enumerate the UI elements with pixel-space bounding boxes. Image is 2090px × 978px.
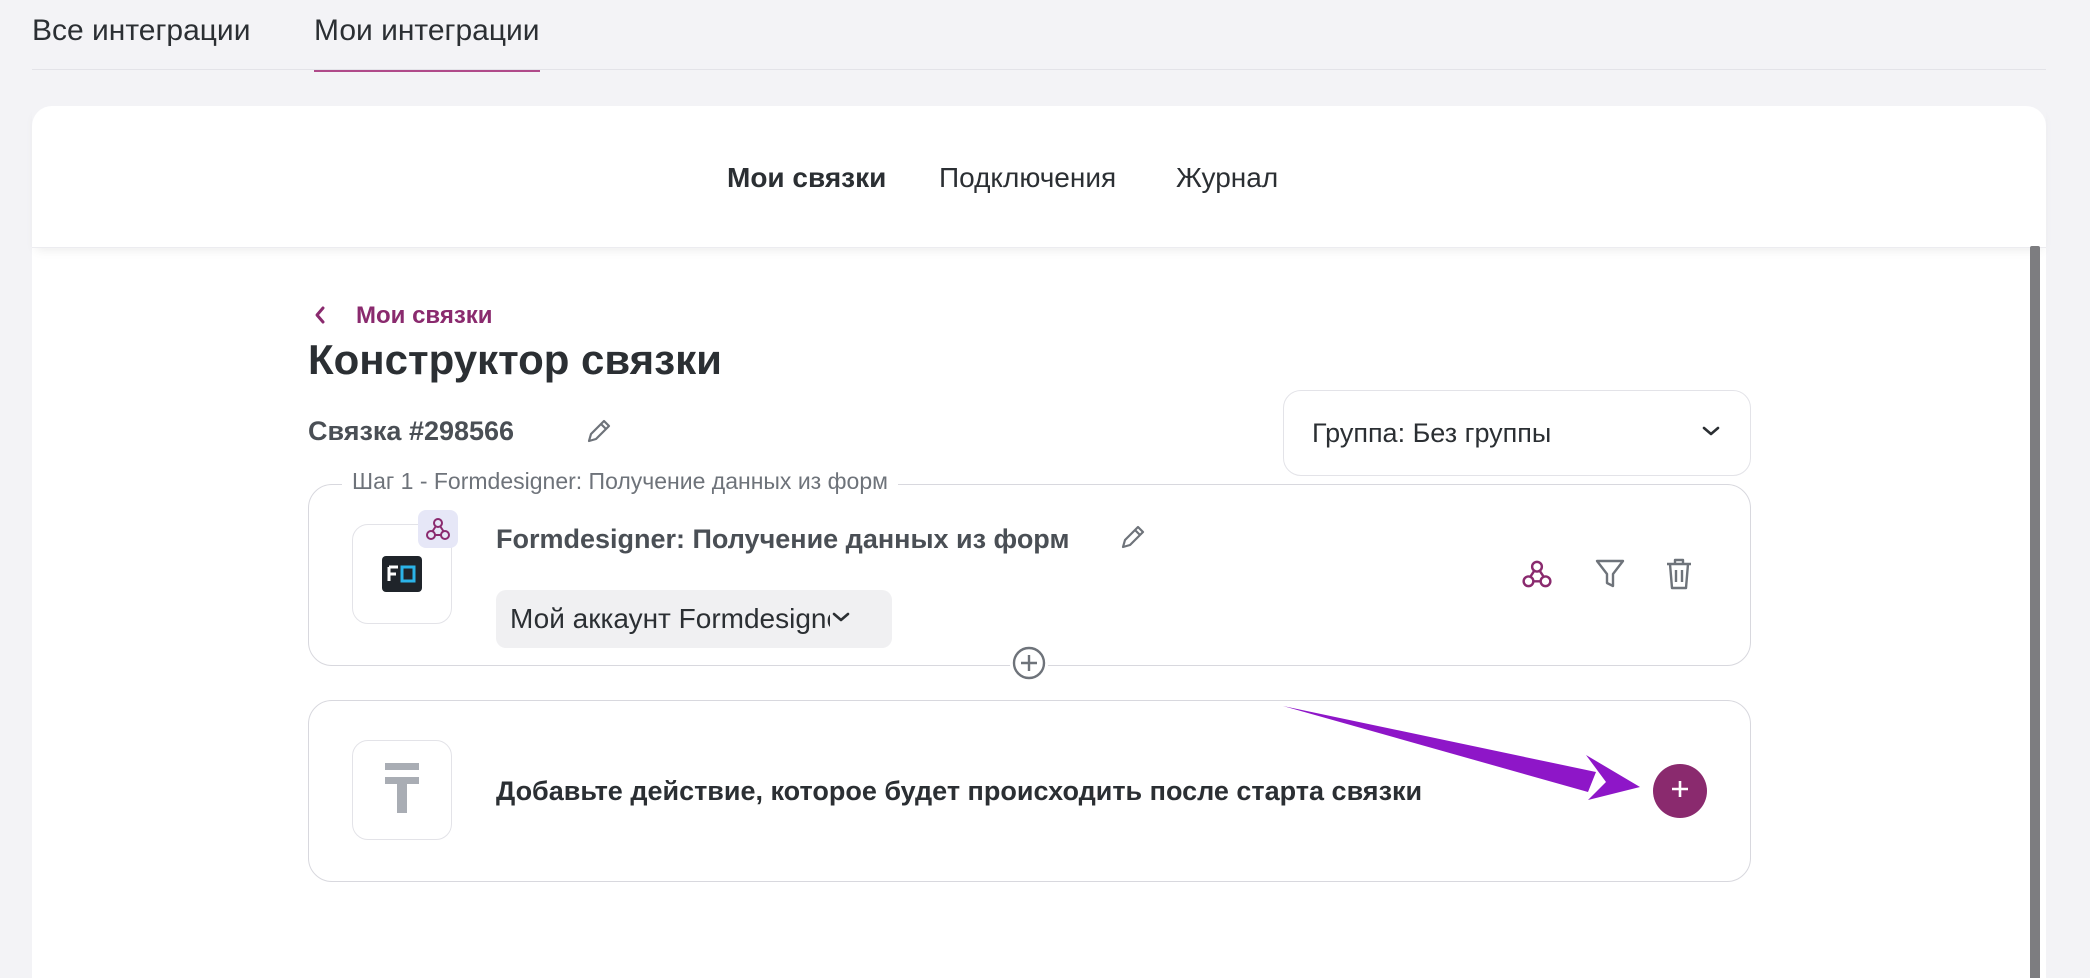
add-action-text: Добавьте действие, которое будет происхо… [496, 776, 1423, 806]
webhook-icon [418, 510, 458, 548]
filter-icon [1594, 557, 1626, 596]
action-placeholder-logo [352, 740, 452, 840]
add-action-button[interactable] [1653, 764, 1707, 818]
pencil-icon [584, 416, 614, 451]
account-select-value: Мой аккаунт Formdesigner [510, 603, 830, 634]
add-step-button[interactable] [1010, 646, 1048, 684]
formdesigner-logo-icon [382, 556, 422, 592]
pencil-icon [1118, 522, 1148, 557]
plus-circle-icon [1011, 645, 1047, 686]
group-select-value: Группа: Без группы [1312, 417, 1552, 448]
plus-icon [1669, 774, 1691, 808]
scrollbar[interactable] [2030, 246, 2040, 978]
account-select[interactable]: Мой аккаунт Formdesigner [496, 590, 892, 648]
edit-step-button[interactable] [1114, 520, 1152, 558]
breadcrumb[interactable]: Мои связки [308, 300, 493, 332]
action-placeholder-icon [385, 762, 419, 818]
page-title: Конструктор связки [308, 336, 722, 383]
tab-my-integrations[interactable]: Мои интеграции [314, 14, 540, 72]
edit-link-name-button[interactable] [580, 414, 618, 452]
webhook-settings-button[interactable] [1517, 556, 1557, 596]
chevron-down-icon [1700, 424, 1722, 443]
filter-button[interactable] [1590, 556, 1630, 596]
subnav-connections[interactable]: Подключения [939, 162, 1116, 194]
chevron-down-icon [830, 610, 852, 629]
webhook-icon [1520, 557, 1554, 596]
chevron-left-icon [312, 301, 342, 332]
trash-icon [1664, 557, 1694, 596]
link-id: Связка #298566 [308, 416, 515, 446]
step-title: Formdesigner: Получение данных из форм [496, 524, 1070, 554]
top-tabs: Все интеграции Мои интеграции [32, 0, 2046, 72]
sub-nav: Мои связки Подключения Журнал [32, 106, 2046, 248]
subnav-journal[interactable]: Журнал [1176, 162, 1278, 194]
delete-button[interactable] [1659, 556, 1699, 596]
subnav-my-links[interactable]: Мои связки [727, 162, 886, 194]
app-root: Все интеграции Мои интеграции Мои связки… [0, 0, 2090, 978]
tab-all-integrations[interactable]: Все интеграции [32, 14, 250, 70]
step-legend: Шаг 1 - Formdesigner: Получение данных и… [342, 468, 898, 495]
group-select[interactable]: Группа: Без группы [1283, 390, 1751, 476]
breadcrumb-label: Мои связки [356, 302, 493, 329]
